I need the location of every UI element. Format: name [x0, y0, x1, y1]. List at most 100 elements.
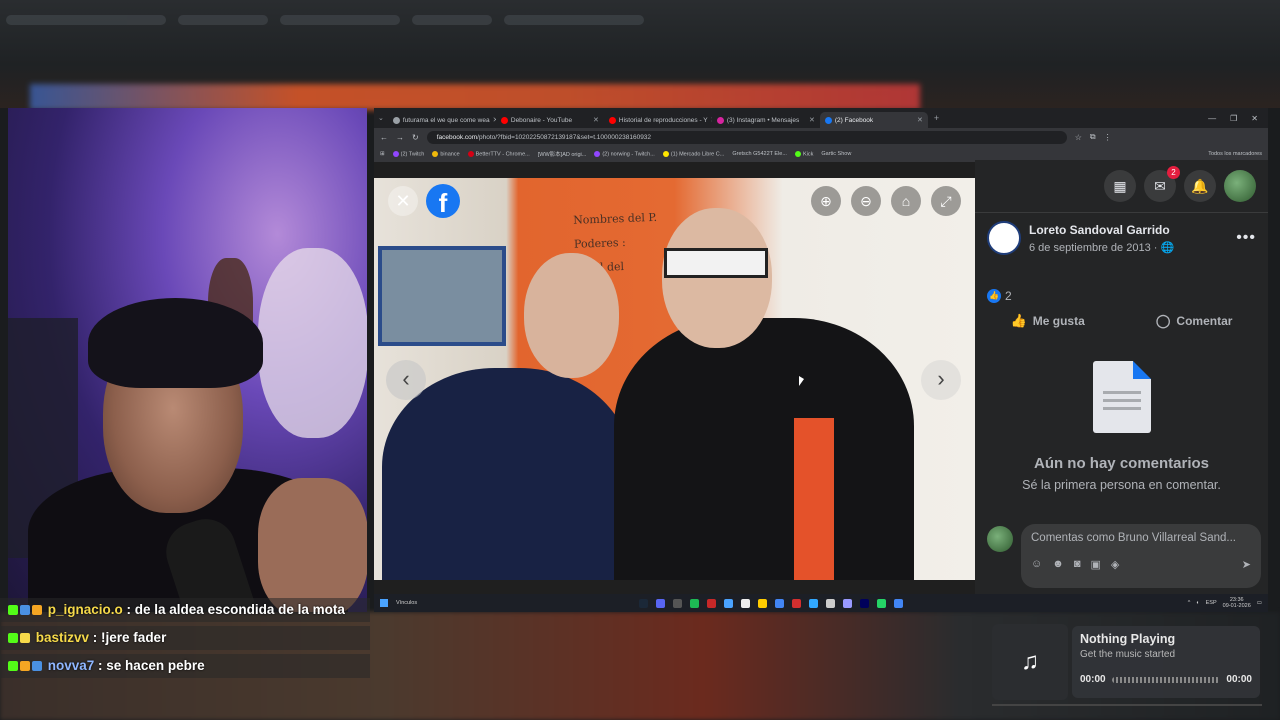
volume-icon[interactable]: ◐ [1196, 600, 1199, 606]
tab-label: (3) Instagram • Mensajes [726, 116, 800, 124]
close-window-icon[interactable]: ✕ [1251, 114, 1258, 123]
premiere-icon[interactable] [843, 598, 852, 608]
tray-chevron-icon[interactable]: ^ [1188, 600, 1191, 606]
bookmark-kick[interactable]: Kick [794, 150, 813, 157]
back-icon[interactable]: ← [380, 133, 388, 142]
comment-input[interactable]: Comentas como Bruno Villarreal Sand... ☺… [1021, 524, 1261, 588]
zoom-in-icon[interactable]: ⊕ [811, 186, 841, 216]
bookmark-label: BetterTTV - Chrome... [475, 151, 530, 158]
bookmark-gretsch[interactable]: Gretsch G5422T Ele... [732, 151, 787, 157]
close-viewer-icon[interactable]: ✕ [388, 186, 418, 216]
app-icon[interactable] [707, 598, 716, 608]
apps-icon[interactable]: ⊞ [380, 151, 385, 157]
twitch-icon [594, 150, 601, 157]
taskbar-clock[interactable]: 23:36 09-01-2026 [1223, 597, 1251, 609]
tab-close-icon[interactable]: ✕ [590, 116, 599, 124]
streamer-arm [258, 478, 367, 612]
tab-youtube-debonaire[interactable]: Debonaire - YouTube ✕ [496, 112, 604, 128]
music-time-start: 00:00 [1080, 674, 1106, 685]
bookmark-ww[interactable]: [WW影本]AD origi... [538, 150, 587, 158]
app-icon[interactable] [741, 598, 750, 608]
whatsapp-icon[interactable] [877, 598, 886, 608]
tab-close-icon[interactable]: ✕ [914, 116, 923, 124]
forward-icon[interactable]: → [396, 133, 404, 142]
next-photo-button[interactable]: › [921, 360, 961, 400]
menu-icon[interactable]: ⋮ [1104, 133, 1112, 142]
tab-instagram[interactable]: (3) Instagram • Mensajes ✕ [712, 112, 820, 128]
after-effects-icon[interactable] [860, 598, 869, 608]
kick-icon [794, 150, 801, 157]
like-label: Me gusta [1032, 314, 1085, 328]
taskbar-search-label[interactable]: Vínculos [396, 600, 417, 606]
account-avatar[interactable] [1224, 170, 1256, 202]
camera-icon[interactable]: ◙ [1074, 558, 1081, 571]
tab-facebook[interactable]: (2) Facebook ✕ [819, 112, 928, 128]
bookmark-binance[interactable]: binance [432, 150, 460, 157]
webcam-feed [8, 108, 367, 612]
chat-badge-icon [32, 661, 42, 672]
zoom-out-icon[interactable]: ⊖ [851, 186, 881, 216]
url-field[interactable]: facebook.com/photo/?fbid=102022508721391… [426, 130, 1067, 144]
maximize-icon[interactable]: ❐ [1230, 114, 1237, 123]
app-icon[interactable] [826, 598, 835, 608]
notifications-tray-icon[interactable]: ▭ [1257, 600, 1262, 606]
tab-close-icon[interactable]: ✕ [806, 116, 815, 124]
all-bookmarks[interactable]: Todos los marcadores [1208, 151, 1262, 157]
bookmark-norwing[interactable]: (2) norwing - Twitch... [594, 150, 655, 157]
minimize-icon[interactable]: — [1208, 114, 1216, 123]
bookmark-star-icon[interactable]: ☆ [1075, 133, 1082, 142]
facebook-logo[interactable]: f [426, 184, 460, 218]
notifications-icon[interactable]: 🔔 [1184, 170, 1216, 202]
tab-futurama[interactable]: futurama el we que come wea ✕ [388, 112, 496, 128]
menu-grid-icon[interactable]: ▦ [1104, 170, 1136, 202]
bookmark-gartic[interactable]: Gartic Show [821, 151, 851, 157]
author-avatar[interactable] [987, 221, 1021, 255]
send-icon[interactable]: ➤ [1242, 558, 1251, 571]
emoji-icon[interactable]: ☻ [1052, 558, 1064, 571]
reload-icon[interactable]: ↻ [412, 133, 419, 142]
previous-photo-button[interactable]: ‹ [386, 360, 426, 400]
chat-badge-icon [20, 661, 30, 672]
app-icon[interactable] [792, 598, 801, 608]
messenger-icon[interactable]: ✉ 2 [1144, 166, 1180, 202]
post-author[interactable]: Loreto Sandoval Garrido [1029, 223, 1174, 237]
window-controls: — ❐ ✕ [1208, 114, 1268, 123]
gif-icon[interactable]: ▣ [1090, 558, 1100, 571]
tab-search-icon[interactable]: ⌄ [378, 114, 384, 122]
reaction-summary[interactable]: 👍 2 [975, 263, 1268, 303]
language-indicator[interactable]: ESP [1206, 600, 1217, 606]
bookmark-label: (1) Mercado Libre C... [670, 151, 725, 158]
new-tab-icon[interactable]: + [934, 113, 939, 123]
app-icon[interactable] [724, 598, 733, 608]
windows-start-icon[interactable] [380, 599, 388, 607]
tag-icon[interactable]: ⌂ [891, 186, 921, 216]
extensions-icon[interactable]: ⧉ [1090, 132, 1096, 142]
spotify-icon[interactable] [690, 598, 699, 608]
comment-button[interactable]: ◯ Comentar [1156, 313, 1233, 329]
bookmark-mercadolibre[interactable]: (1) Mercado Libre C... [662, 150, 725, 158]
tab-close-icon[interactable]: ✕ [490, 116, 496, 124]
chrome-icon[interactable] [775, 598, 784, 608]
steam-icon[interactable] [639, 598, 648, 608]
chrome-active-icon[interactable] [894, 598, 903, 608]
empty-comments-subtitle: Sé la primera persona en comentar. [1022, 478, 1221, 492]
discord-icon[interactable] [656, 598, 665, 608]
bookmark-label: Gartic Show [821, 151, 852, 157]
bookmark-betterttv[interactable]: BetterTTV - Chrome... [467, 150, 530, 158]
address-bar-row: ← → ↻ facebook.com/photo/?fbid=102022508… [374, 128, 1268, 146]
file-explorer-icon[interactable] [758, 598, 767, 608]
fullscreen-icon[interactable]: ⤢ [931, 186, 961, 216]
music-track [1111, 676, 1221, 683]
url-domain: facebook.com [436, 133, 478, 141]
obs-icon[interactable] [673, 598, 682, 608]
photoshop-icon[interactable] [809, 598, 818, 608]
more-options-icon[interactable]: ••• [1236, 229, 1256, 247]
like-button[interactable]: 👍 Me gusta [1011, 313, 1085, 329]
post-date[interactable]: 6 de septiembre de 2013 · 🌐 [1029, 241, 1174, 254]
sticker-icon[interactable]: ◈ [1111, 558, 1119, 571]
bookmark-twitch[interactable]: (2) Twitch [392, 150, 424, 157]
tab-youtube-history[interactable]: Historial de reproducciones - Y✕ [604, 112, 712, 128]
avatar-sticker-icon[interactable]: ☺ [1031, 558, 1042, 571]
tab-label: (2) Facebook [834, 116, 874, 124]
comment-label: Comentar [1176, 314, 1233, 328]
